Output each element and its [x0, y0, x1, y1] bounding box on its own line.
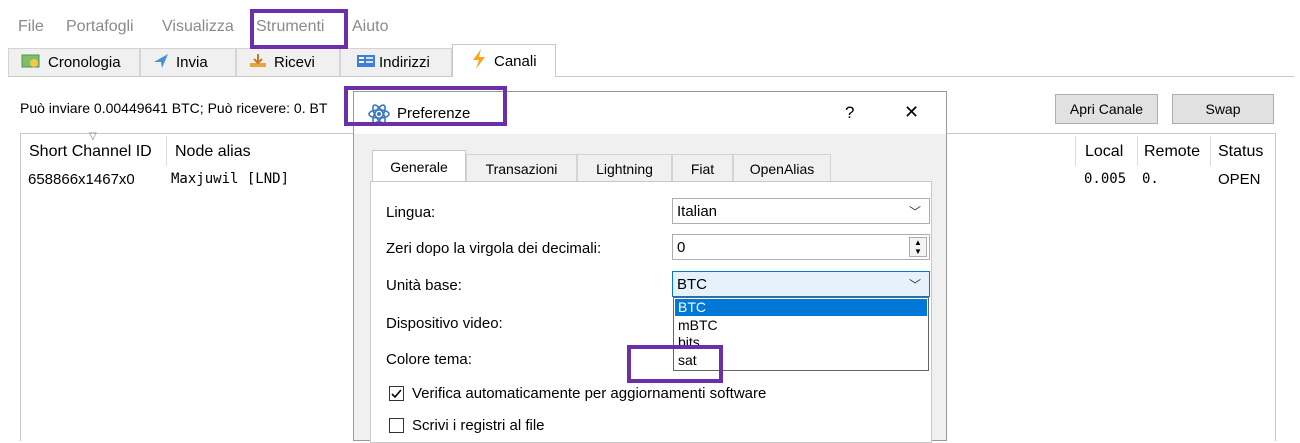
tab-send[interactable]: Invia: [140, 48, 236, 76]
general-settings-panel: Lingua: Italian ﹀ Zeri dopo la virgola d…: [370, 181, 932, 443]
help-button[interactable]: ?: [845, 103, 854, 123]
theme-color-label: Colore tema:: [386, 351, 472, 368]
language-select[interactable]: Italian ﹀: [672, 198, 930, 224]
menu-help[interactable]: Aiuto: [352, 18, 388, 36]
video-device-label: Dispositivo video:: [386, 315, 503, 332]
cell-short-channel-id: 658866x1467x0: [28, 171, 135, 188]
header-node-alias[interactable]: Node alias: [175, 143, 251, 161]
open-channel-button[interactable]: Apri Canale: [1055, 94, 1158, 124]
tab-channels[interactable]: Canali: [452, 44, 556, 77]
decimals-label: Zeri dopo la virgola dei decimali:: [386, 240, 602, 257]
preferences-dialog: Preferenze ? ✕ Generale Transazioni Ligh…: [353, 91, 947, 443]
history-icon: [21, 53, 41, 73]
tab-send-label: Invia: [176, 54, 208, 71]
column-separator: [166, 136, 167, 166]
cell-node-alias: Maxjuwil [LND]: [171, 171, 290, 187]
write-logs-label[interactable]: Scrivi i registri al file: [412, 417, 545, 434]
tab-history-label: Cronologia: [48, 54, 121, 71]
decimals-stepper[interactable]: 0 ▲ ▼: [672, 234, 930, 260]
tab-addresses-label: Indirizzi: [379, 54, 430, 71]
tab-general[interactable]: Generale: [372, 150, 466, 183]
header-local[interactable]: Local: [1085, 143, 1123, 161]
tab-addresses[interactable]: Indirizzi: [340, 48, 452, 76]
header-remote[interactable]: Remote: [1144, 143, 1200, 161]
menu-file[interactable]: File: [18, 18, 44, 36]
tab-transactions[interactable]: Transazioni: [466, 154, 577, 182]
write-logs-checkbox[interactable]: [389, 418, 404, 433]
tab-receive-label: Ricevi: [274, 54, 315, 71]
chevron-down-icon: ﹀: [908, 205, 921, 219]
channel-capacity-info: Può inviare 0.00449641 BTC; Può ricevere…: [20, 100, 328, 116]
language-value: Italian: [677, 202, 718, 220]
tab-receive[interactable]: Ricevi: [236, 48, 340, 76]
chevron-down-icon: ﹀: [908, 278, 921, 292]
option-btc[interactable]: BTC: [675, 299, 927, 316]
spin-arrows-icon[interactable]: ▲ ▼: [909, 237, 927, 257]
column-separator: [1075, 136, 1076, 166]
addresses-icon: [357, 54, 375, 72]
header-status[interactable]: Status: [1218, 143, 1263, 161]
header-short-channel-id[interactable]: Short Channel ID: [29, 143, 152, 161]
column-separator: [1137, 136, 1138, 166]
base-unit-label: Unità base:: [386, 277, 462, 294]
base-unit-value: BTC: [677, 275, 707, 293]
checkmark-icon: [391, 389, 402, 399]
tab-channels-label: Canali: [494, 52, 537, 70]
lightning-icon: [471, 49, 487, 73]
main-tabs: Cronologia Invia Ricevi Indirizzi Canali: [0, 44, 1300, 78]
decimals-value: 0: [677, 238, 686, 256]
column-separator: [1210, 136, 1211, 166]
highlight-sat-option: [627, 345, 723, 383]
menu-view[interactable]: Visualizza: [162, 18, 234, 36]
close-icon[interactable]: ✕: [904, 102, 919, 123]
cell-remote: 0.: [1142, 171, 1159, 187]
option-mbtc[interactable]: mBTC: [675, 317, 927, 334]
menu-bar: File Portafogli Visualizza Strumenti Aiu…: [0, 14, 1300, 44]
check-updates-checkbox[interactable]: [389, 386, 404, 401]
menu-wallets[interactable]: Portafogli: [66, 18, 134, 36]
tab-divider: [8, 76, 1294, 77]
base-unit-select[interactable]: BTC ﹀: [672, 271, 930, 297]
tab-openalias[interactable]: OpenAlias: [733, 154, 831, 182]
highlight-preferences-title: [344, 86, 507, 126]
check-updates-label[interactable]: Verifica automaticamente per aggiornamen…: [412, 385, 766, 402]
swap-button[interactable]: Swap: [1172, 94, 1274, 124]
language-label: Lingua:: [386, 204, 436, 221]
tab-fiat[interactable]: Fiat: [672, 154, 733, 182]
preferences-tabs: Generale Transazioni Lightning Fiat Open…: [370, 150, 932, 183]
tab-lightning[interactable]: Lightning: [577, 154, 672, 182]
send-icon: [153, 53, 169, 73]
receive-icon: [249, 53, 267, 73]
highlight-tools-menu: [250, 9, 348, 49]
cell-local: 0.005: [1084, 171, 1127, 187]
cell-status: OPEN: [1218, 171, 1261, 188]
sort-indicator-icon: ▽: [89, 131, 97, 142]
tab-history[interactable]: Cronologia: [8, 48, 140, 76]
